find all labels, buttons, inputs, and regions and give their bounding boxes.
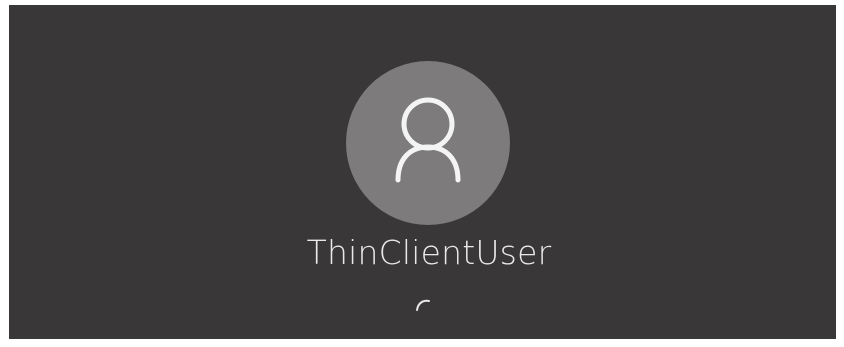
user-icon [395,97,461,183]
loading-spinner-icon [416,299,430,311]
avatar [346,61,510,225]
signin-screen: ThinClientUser [9,5,836,339]
username-label: ThinClientUser [306,233,552,272]
